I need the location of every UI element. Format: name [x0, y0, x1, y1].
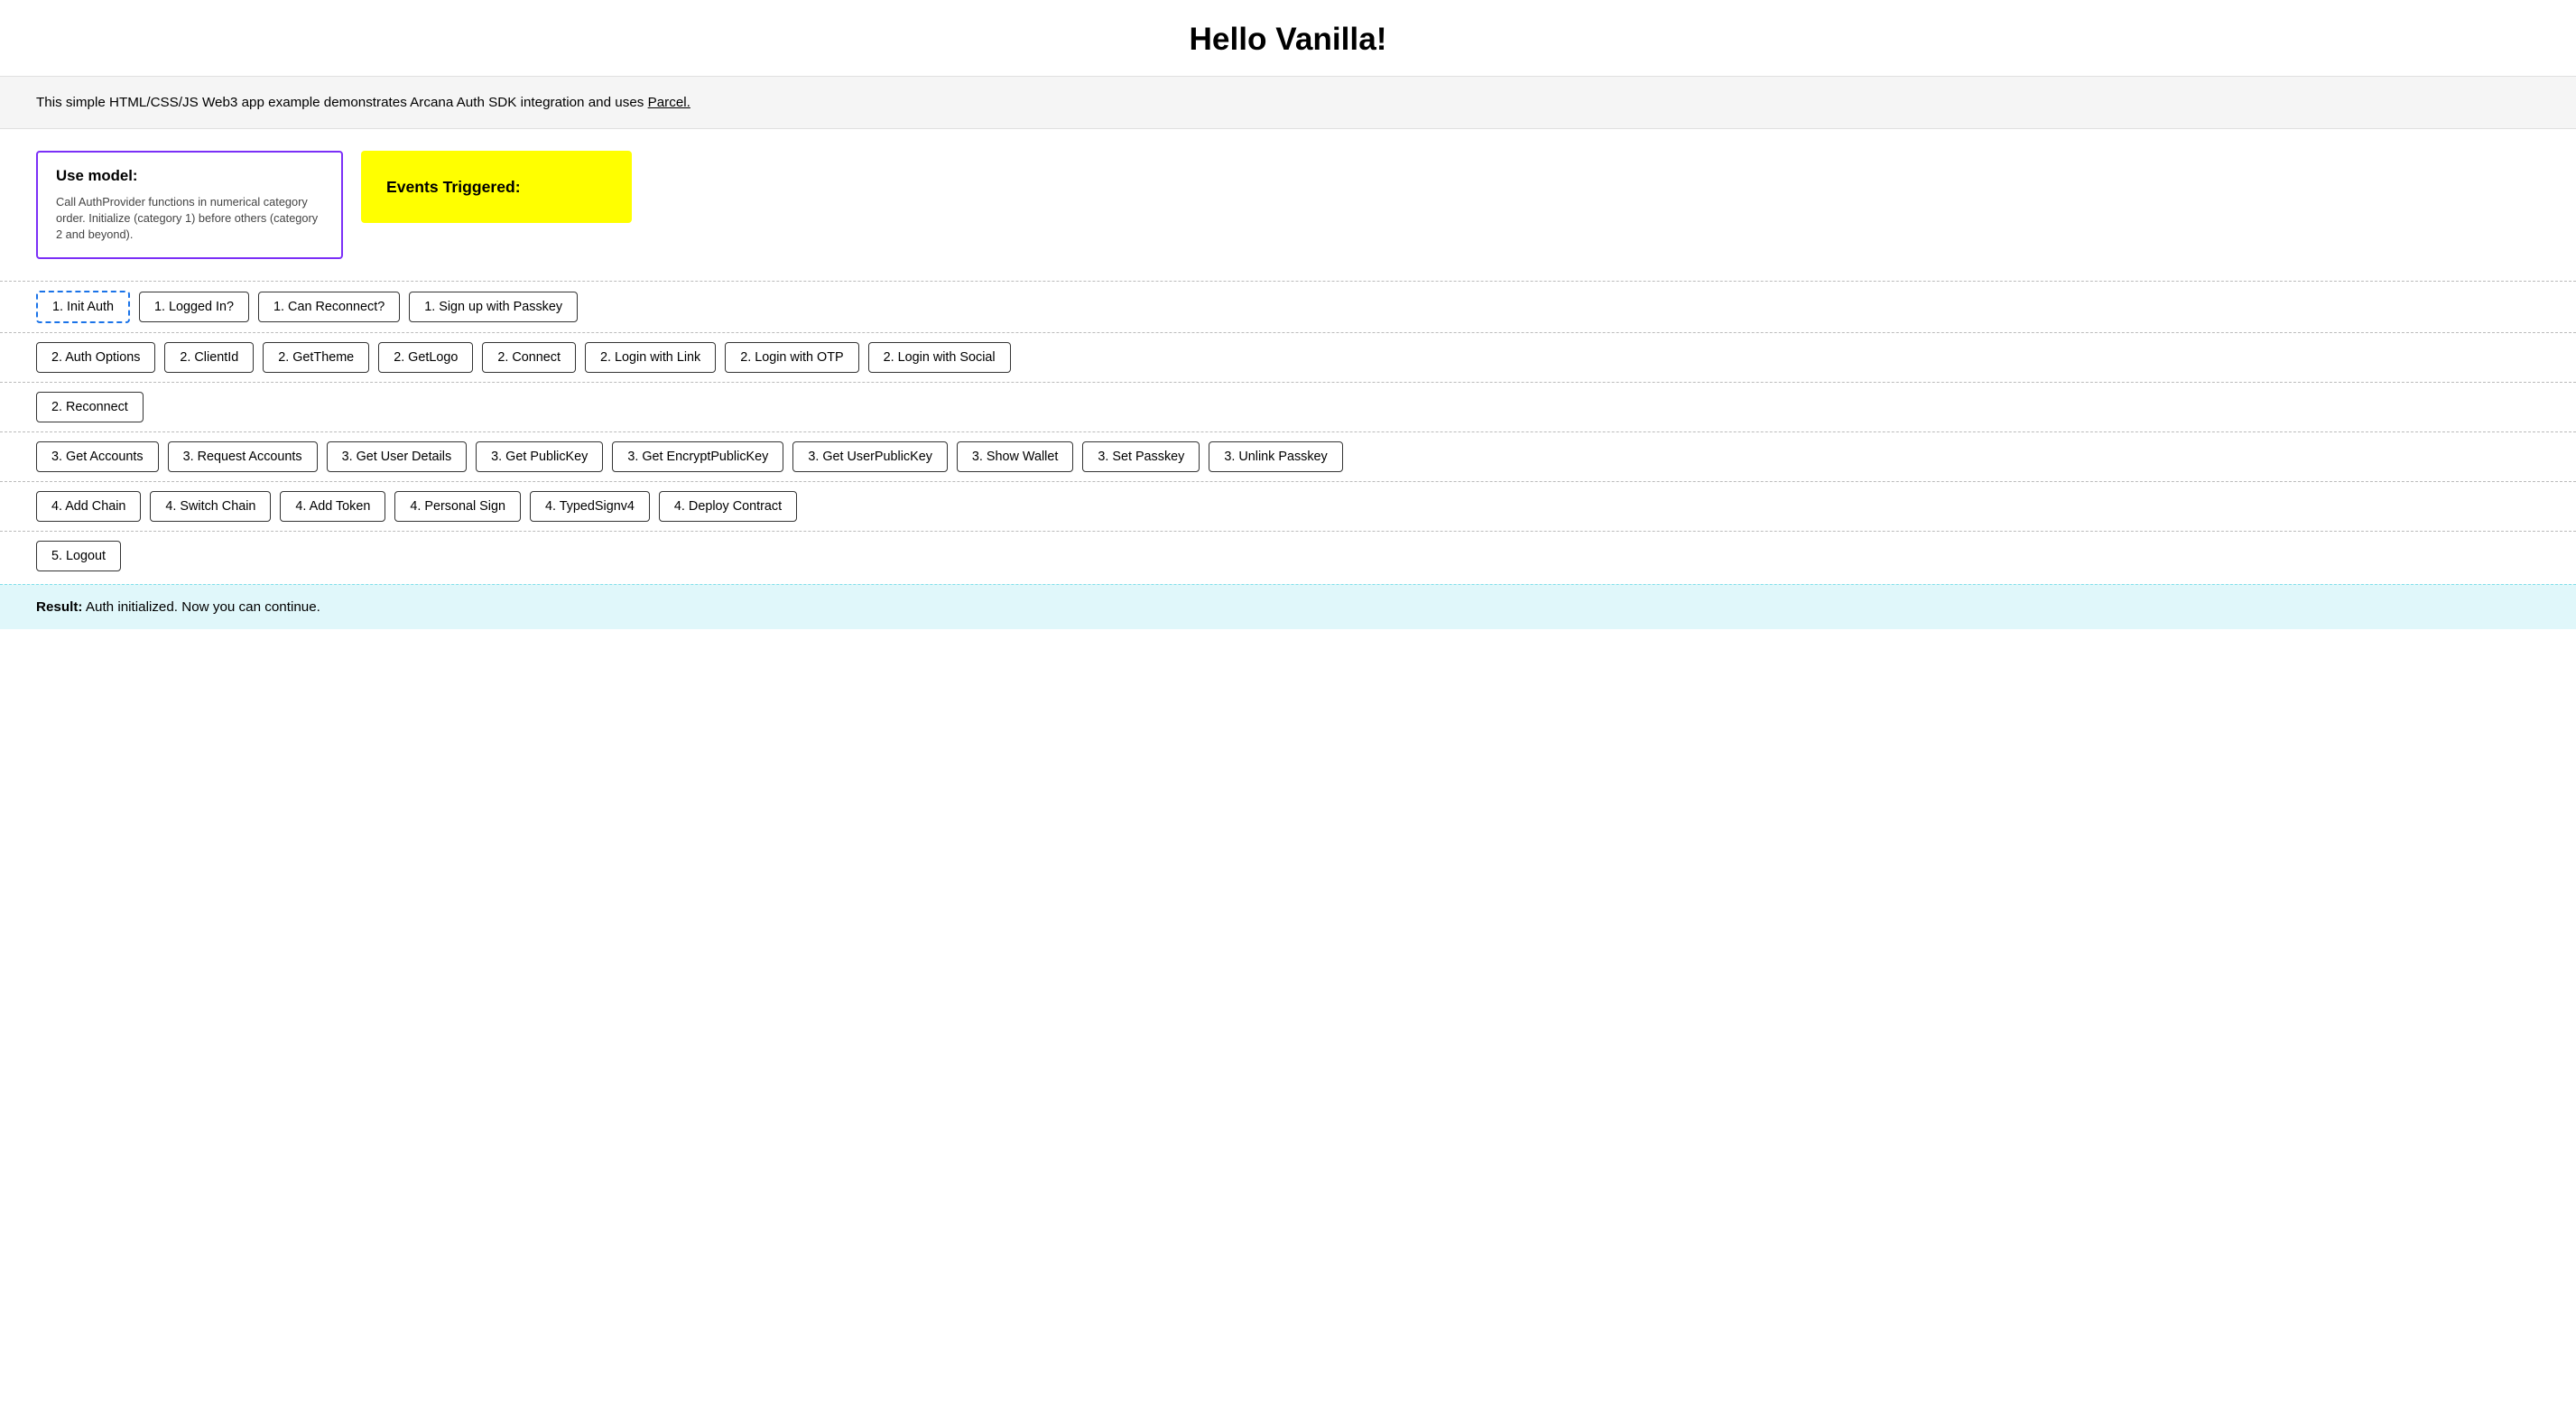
btn-connect[interactable]: 2. Connect: [482, 342, 576, 373]
info-bar: This simple HTML/CSS/JS Web3 app example…: [0, 77, 2576, 129]
btn-logout[interactable]: 5. Logout: [36, 541, 121, 571]
result-label: Result:: [36, 599, 82, 615]
use-model-title: Use model:: [56, 167, 323, 185]
btn-personal-sign[interactable]: 4. Personal Sign: [394, 491, 521, 522]
info-text: This simple HTML/CSS/JS Web3 app example…: [36, 95, 644, 110]
btn-get-public-key[interactable]: 3. Get PublicKey: [476, 441, 603, 472]
btn-sign-up-passkey[interactable]: 1. Sign up with Passkey: [409, 292, 578, 322]
btn-get-logo[interactable]: 2. GetLogo: [378, 342, 473, 373]
parcel-link[interactable]: Parcel.: [648, 95, 690, 110]
page-title: Hello Vanilla!: [0, 0, 2576, 77]
result-text: Auth initialized. Now you can continue.: [86, 599, 320, 615]
section-2a-row: 2. Auth Options 2. ClientId 2. GetTheme …: [0, 332, 2576, 382]
btn-login-link[interactable]: 2. Login with Link: [585, 342, 716, 373]
btn-set-passkey[interactable]: 3. Set Passkey: [1082, 441, 1200, 472]
btn-auth-options[interactable]: 2. Auth Options: [36, 342, 155, 373]
btn-logged-in[interactable]: 1. Logged In?: [139, 292, 249, 322]
btn-reconnect[interactable]: 2. Reconnect: [36, 392, 144, 422]
section-5-row: 5. Logout: [0, 531, 2576, 580]
btn-client-id[interactable]: 2. ClientId: [164, 342, 254, 373]
btn-add-chain[interactable]: 4. Add Chain: [36, 491, 141, 522]
btn-get-theme[interactable]: 2. GetTheme: [263, 342, 369, 373]
btn-login-otp[interactable]: 2. Login with OTP: [725, 342, 858, 373]
use-model-description: Call AuthProvider functions in numerical…: [56, 194, 323, 243]
btn-get-user-details[interactable]: 3. Get User Details: [327, 441, 468, 472]
btn-can-reconnect[interactable]: 1. Can Reconnect?: [258, 292, 400, 322]
btn-deploy-contract[interactable]: 4. Deploy Contract: [659, 491, 797, 522]
btn-init-auth[interactable]: 1. Init Auth: [36, 291, 130, 323]
btn-typed-signv4[interactable]: 4. TypedSignv4: [530, 491, 650, 522]
events-title: Events Triggered:: [386, 178, 521, 197]
btn-add-token[interactable]: 4. Add Token: [280, 491, 385, 522]
events-box: Events Triggered:: [361, 151, 632, 223]
btn-get-accounts[interactable]: 3. Get Accounts: [36, 441, 159, 472]
btn-switch-chain[interactable]: 4. Switch Chain: [150, 491, 271, 522]
top-section: Use model: Call AuthProvider functions i…: [0, 129, 2576, 281]
section-3-row: 3. Get Accounts 3. Request Accounts 3. G…: [0, 431, 2576, 481]
section-1-row: 1. Init Auth 1. Logged In? 1. Can Reconn…: [0, 281, 2576, 332]
use-model-box: Use model: Call AuthProvider functions i…: [36, 151, 343, 259]
section-4-row: 4. Add Chain 4. Switch Chain 4. Add Toke…: [0, 481, 2576, 531]
btn-request-accounts[interactable]: 3. Request Accounts: [168, 441, 318, 472]
btn-get-encrypt-public-key[interactable]: 3. Get EncryptPublicKey: [612, 441, 783, 472]
btn-unlink-passkey[interactable]: 3. Unlink Passkey: [1209, 441, 1342, 472]
btn-get-user-public-key[interactable]: 3. Get UserPublicKey: [792, 441, 948, 472]
btn-login-social[interactable]: 2. Login with Social: [868, 342, 1011, 373]
section-2b-row: 2. Reconnect: [0, 382, 2576, 431]
result-bar: Result: Auth initialized. Now you can co…: [0, 584, 2576, 629]
btn-show-wallet[interactable]: 3. Show Wallet: [957, 441, 1073, 472]
